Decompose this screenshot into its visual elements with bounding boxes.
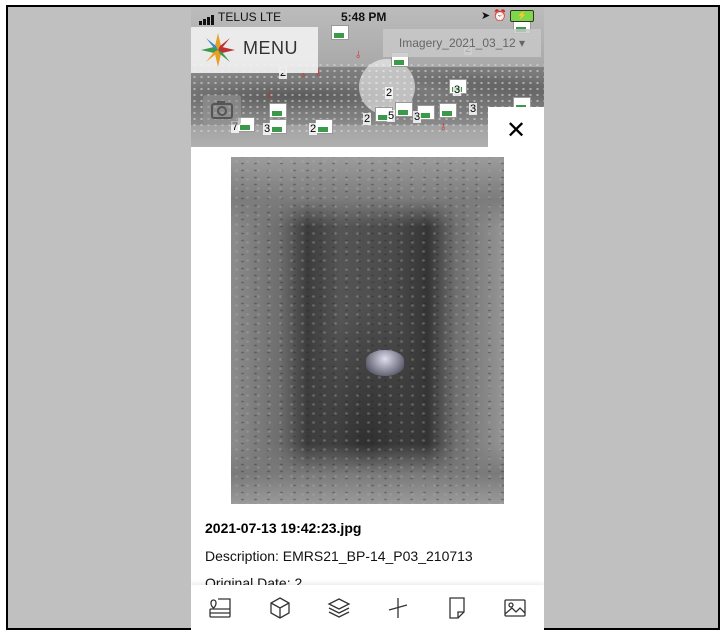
photo-marker-icon[interactable] <box>331 25 349 40</box>
tab-measure[interactable] <box>385 595 411 621</box>
status-icons: ➤ ⏰ ⚡ <box>480 9 534 23</box>
cluster-count[interactable]: 3 <box>453 84 462 96</box>
caret-down-icon: ▾ <box>519 36 526 50</box>
bottom-toolbar <box>191 585 544 632</box>
photo-description: Description: EMRS21_BP-14_P03_210713 <box>205 548 473 564</box>
photo-marker-icon[interactable] <box>395 102 413 117</box>
cluster-count[interactable]: 2 <box>385 87 394 99</box>
close-button[interactable]: ✕ <box>488 107 544 155</box>
map-layers-icon <box>209 598 231 618</box>
battery-charging-icon: ⚡ <box>510 10 534 23</box>
close-icon: ✕ <box>505 117 527 144</box>
image-icon <box>504 599 526 617</box>
signal-icon <box>199 11 215 25</box>
app-logo-icon <box>201 33 235 67</box>
menu-button[interactable]: MENU <box>191 27 318 73</box>
network-type: LTE <box>260 10 282 24</box>
tab-map-layers[interactable] <box>207 595 233 621</box>
photo-texture <box>231 157 504 504</box>
camera-icon <box>211 101 233 119</box>
tab-photos[interactable] <box>502 595 528 621</box>
cluster-count[interactable]: 2 <box>309 123 318 135</box>
camera-button[interactable] <box>203 95 241 125</box>
carrier: TELUS LTE <box>199 10 281 25</box>
imagery-selector[interactable]: Imagery_2021_03_12 ▾ <box>383 29 541 57</box>
measure-icon <box>388 598 408 618</box>
photo-marker-icon[interactable] <box>269 119 287 134</box>
photo-original-date: Original Date: 2 <box>205 575 303 585</box>
pipe-cap <box>366 350 404 376</box>
pdf-marker-icon[interactable]: ⫰ <box>356 51 366 61</box>
photo-marker-icon[interactable] <box>269 103 287 118</box>
cluster-count[interactable]: 3 <box>469 103 478 115</box>
clock: 5:48 PM <box>341 10 387 24</box>
imagery-selector-label: Imagery_2021_03_12 <box>398 36 516 50</box>
cluster-count[interactable]: 2 <box>363 113 372 125</box>
phone-screen: ⫰ ⫰ ⫰ ⫰ ⫰ 2 2 3 2 5 3 3 7 3 2 2 <box>191 7 544 632</box>
location-arrow-icon: ➤ <box>480 10 491 22</box>
photo-filename: 2021-07-13 19:42:23.jpg <box>205 520 362 536</box>
menu-label: MENU <box>243 38 298 58</box>
note-icon <box>449 597 465 619</box>
carrier-name: TELUS <box>218 10 257 24</box>
pdf-marker-icon[interactable]: ⫰ <box>441 123 451 133</box>
photo-marker-icon[interactable] <box>315 119 333 134</box>
photo-marker-icon[interactable] <box>439 103 457 118</box>
cluster-count[interactable]: 3 <box>413 111 422 123</box>
tab-layers[interactable] <box>326 595 352 621</box>
alarm-icon: ⏰ <box>493 10 507 22</box>
cluster-count[interactable]: 3 <box>263 123 272 135</box>
pdf-marker-icon[interactable]: ⫰ <box>267 91 277 101</box>
tab-3d[interactable] <box>267 595 293 621</box>
layers-icon <box>327 598 351 618</box>
status-bar: TELUS LTE 5:48 PM ➤ ⏰ ⚡ <box>191 7 544 27</box>
cluster-count[interactable]: 5 <box>387 110 396 122</box>
tab-notes[interactable] <box>444 595 470 621</box>
photo-preview[interactable] <box>231 157 504 504</box>
cube-icon <box>270 597 290 619</box>
